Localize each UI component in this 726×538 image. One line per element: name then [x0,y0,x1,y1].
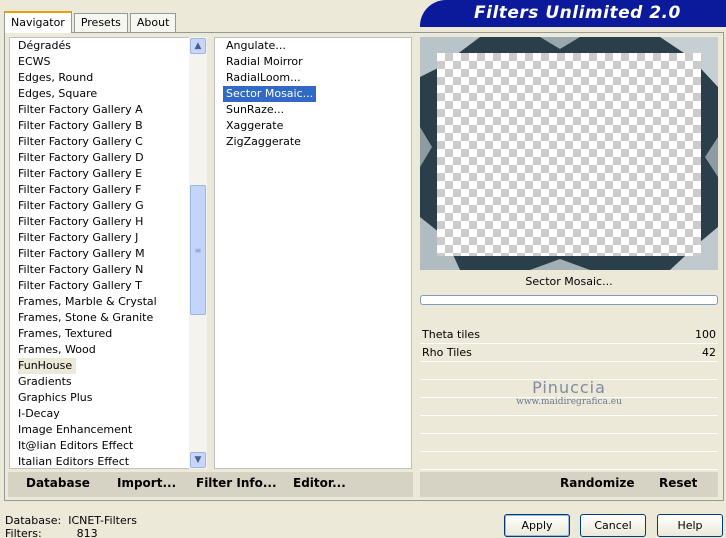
category-item[interactable]: Frames, Textured [18,326,112,342]
filter-item[interactable]: Xaggerate [223,118,286,134]
reset-button[interactable]: Reset [659,476,697,490]
database-value: ICNET-Filters [68,514,137,527]
category-item[interactable]: It@lian Editors Effect [18,438,133,454]
category-item[interactable]: Filter Factory Gallery G [18,198,144,214]
category-item[interactable]: Frames, Marble & Crystal [18,294,157,310]
filter-item[interactable]: SunRaze... [223,102,287,118]
category-item[interactable]: Gradients [18,374,72,390]
param-empty [420,453,718,470]
category-list[interactable]: Dégradés ECWS Edges, Round Edges, Square… [9,37,207,469]
param-empty [420,417,718,434]
preview-canvas [437,53,701,256]
app-title: Filters Unlimited 2.0 [474,3,681,23]
category-item[interactable]: Frames, Wood [18,342,96,358]
cancel-button[interactable]: Cancel [580,514,646,537]
right-toolbar: Randomize Reset [420,472,718,497]
tab-about[interactable]: About [129,13,177,32]
category-item[interactable]: Filter Factory Gallery T [18,278,142,294]
category-scrollbar[interactable]: ▲ ≡ ▼ [189,37,207,469]
tab-navigator[interactable]: Navigator [4,11,72,33]
watermark: Pinuccia www.maidiregrafica.eu [420,378,718,407]
category-item[interactable]: Dégradés [18,38,71,54]
filter-list[interactable]: Angulate... Radial Moirror RadialLoom...… [214,37,412,469]
preview-filter-name: Sector Mosaic... [525,275,613,288]
category-item[interactable]: Graphics Plus [18,390,92,406]
tab-presets[interactable]: Presets [73,13,128,32]
category-item[interactable]: Filter Factory Gallery B [18,118,143,134]
category-item[interactable]: Filter Factory Gallery A [18,102,143,118]
randomize-button[interactable]: Randomize [560,476,634,490]
category-item[interactable]: Filter Factory Gallery C [18,134,143,150]
help-button[interactable]: Help [657,514,723,537]
category-item[interactable]: Filter Factory Gallery E [18,166,142,182]
category-item[interactable]: Edges, Round [18,70,93,86]
category-item[interactable]: Filter Factory Gallery J [18,230,138,246]
scroll-down-icon[interactable]: ▼ [190,452,206,468]
watermark-name: Pinuccia [532,378,606,397]
category-item[interactable]: Filter Factory Gallery M [18,246,145,262]
param-rho-tiles[interactable]: Rho Tiles 42 [420,345,718,362]
filter-item[interactable]: RadialLoom... [223,70,304,86]
database-label: Database: [5,514,62,527]
scroll-up-icon[interactable]: ▲ [190,38,206,54]
category-item[interactable]: Filter Factory Gallery D [18,150,144,166]
filter-item-selected[interactable]: Sector Mosaic... [223,86,317,102]
tab-strip: Navigator Presets About [4,10,178,33]
filters-count: 813 [76,527,98,538]
category-item[interactable]: ECWS [18,54,51,70]
filter-info-button[interactable]: Filter Info... [196,476,277,490]
category-item[interactable]: Image Enhancement [18,422,132,438]
category-item-selected[interactable]: FunHouse [18,358,77,374]
param-value[interactable]: 42 [702,346,716,359]
param-label: Rho Tiles [422,346,472,359]
category-item[interactable]: Filter Factory Gallery F [18,182,141,198]
left-toolbar: Database Import... Filter Info... Editor… [8,472,413,497]
import-button[interactable]: Import... [117,476,176,490]
category-item[interactable]: Filter Factory Gallery H [18,214,143,230]
filters-label: Filters: [5,527,42,538]
scroll-thumb[interactable]: ≡ [190,185,206,315]
category-item[interactable]: Italian Editors Effect [18,454,129,468]
category-item[interactable]: Frames, Stone & Granite [18,310,153,326]
category-item[interactable]: Filter Factory Gallery N [18,262,143,278]
param-value[interactable]: 100 [695,328,716,341]
apply-button[interactable]: Apply [504,514,570,537]
filter-item[interactable]: Angulate... [223,38,289,54]
database-button[interactable]: Database [26,476,90,490]
param-theta-tiles[interactable]: Theta tiles 100 [420,327,718,344]
param-empty [420,435,718,452]
database-info: Database: ICNET-Filters Filters: 813 [5,514,137,538]
category-item[interactable]: Edges, Square [18,86,97,102]
progress-bar [420,295,718,305]
filter-item[interactable]: ZigZaggerate [223,134,304,150]
category-item[interactable]: I-Decay [18,406,60,422]
editor-button[interactable]: Editor... [293,476,346,490]
param-label: Theta tiles [422,328,480,341]
filter-item[interactable]: Radial Moirror [223,54,306,70]
watermark-url: www.maidiregrafica.eu [516,397,622,407]
